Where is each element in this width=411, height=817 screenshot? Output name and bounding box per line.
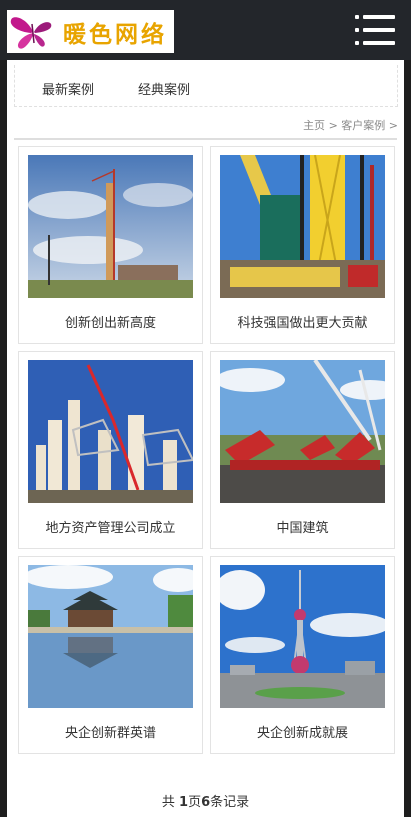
divider (14, 138, 397, 140)
breadcrumb: 主页 > 客户案例 > (303, 117, 398, 133)
case-caption[interactable]: 中国建筑 (211, 517, 394, 536)
breadcrumb-separator: > (388, 119, 398, 132)
case-caption[interactable]: 创新创出新高度 (19, 312, 202, 331)
case-image (28, 360, 193, 503)
case-card[interactable]: 中国建筑 (210, 351, 395, 549)
hamburger-menu-icon[interactable] (355, 15, 395, 45)
tab-latest-cases[interactable]: 最新案例 (42, 79, 94, 98)
pagination-summary: 共 1页6条记录 (7, 791, 404, 810)
breadcrumb-current[interactable]: 客户案例 (341, 119, 385, 132)
pagination-prefix: 共 (161, 795, 175, 810)
case-image (28, 565, 193, 708)
case-image (220, 565, 385, 708)
case-card[interactable]: 央企创新群英谱 (18, 556, 203, 754)
pagination-records: 6 (201, 795, 211, 810)
pagination-records-unit: 条记录 (210, 795, 250, 810)
case-card[interactable]: 地方资产管理公司成立 (18, 351, 203, 549)
case-card[interactable]: 科技强国做出更大贡献 (210, 146, 395, 344)
case-caption[interactable]: 地方资产管理公司成立 (19, 517, 202, 536)
case-caption[interactable]: 央企创新成就展 (211, 722, 394, 741)
logo-text: 暖色网络 (63, 20, 167, 48)
site-logo[interactable]: 暖色网络 (7, 10, 174, 53)
tab-classic-cases[interactable]: 经典案例 (138, 79, 190, 98)
case-card[interactable]: 创新创出新高度 (18, 146, 203, 344)
butterfly-logo-icon (10, 17, 52, 49)
case-tabs: 最新案例 经典案例 (14, 65, 398, 107)
case-caption[interactable]: 科技强国做出更大贡献 (211, 312, 394, 331)
case-image (220, 155, 385, 298)
case-image (220, 360, 385, 503)
case-image (28, 155, 193, 298)
case-caption[interactable]: 央企创新群英谱 (19, 722, 202, 741)
site-header: 暖色网络 (0, 0, 411, 60)
pagination-pages: 1 (179, 795, 189, 810)
pagination-pages-unit: 页 (188, 795, 202, 810)
breadcrumb-separator: > (328, 119, 338, 132)
main-content: 最新案例 经典案例 主页 > 客户案例 > 创新创出新高度 科技强国做出更大贡献… (7, 60, 404, 817)
breadcrumb-home[interactable]: 主页 (303, 119, 325, 132)
case-card[interactable]: 央企创新成就展 (210, 556, 395, 754)
